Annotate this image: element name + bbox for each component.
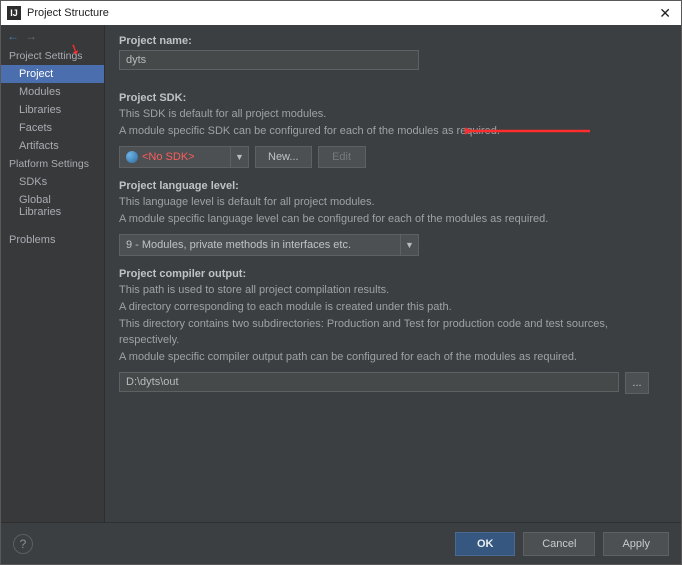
output-desc4: A module specific compiler output path c… [119, 350, 667, 365]
project-name-input[interactable] [119, 50, 419, 70]
sdk-edit-button[interactable]: Edit [318, 146, 366, 168]
apply-button[interactable]: Apply [603, 532, 669, 556]
sidebar-item-sdks[interactable]: SDKs [1, 173, 104, 191]
sidebar-item-project[interactable]: Project [1, 65, 104, 83]
sidebar-item-facets[interactable]: Facets [1, 119, 104, 137]
sidebar-item-global-libraries[interactable]: Global Libraries [1, 191, 104, 221]
titlebar: IJ Project Structure ✕ [1, 1, 681, 25]
lang-desc1: This language level is default for all p… [119, 195, 667, 210]
sdk-selected-value: <No SDK> [142, 151, 195, 163]
lang-level-combo[interactable]: 9 - Modules, private methods in interfac… [119, 234, 419, 256]
lang-level-value: 9 - Modules, private methods in interfac… [126, 239, 351, 251]
sidebar-item-libraries[interactable]: Libraries [1, 101, 104, 119]
sidebar-item-artifacts[interactable]: Artifacts [1, 137, 104, 155]
cancel-button[interactable]: Cancel [523, 532, 595, 556]
sidebar-toolbar: ← → [1, 25, 104, 47]
project-name-label: Project name: [119, 35, 667, 47]
chevron-down-icon[interactable]: ▼ [230, 147, 248, 167]
dialog-footer: ? OK Cancel Apply [1, 522, 681, 564]
chevron-down-icon[interactable]: ▼ [400, 235, 418, 255]
output-desc3: This directory contains two subdirectori… [119, 317, 667, 348]
back-icon[interactable]: ← [7, 30, 19, 42]
ok-button[interactable]: OK [455, 532, 515, 556]
sdk-new-button[interactable]: New... [255, 146, 312, 168]
output-desc2: A directory corresponding to each module… [119, 300, 667, 315]
project-sdk-label: Project SDK: [119, 92, 667, 104]
sdk-desc1: This SDK is default for all project modu… [119, 107, 667, 122]
output-label: Project compiler output: [119, 268, 667, 280]
sidebar-item-problems[interactable]: Problems [1, 231, 104, 249]
compiler-output-input[interactable] [119, 372, 619, 392]
project-sdk-combo[interactable]: <No SDK> ▼ [119, 146, 249, 168]
browse-output-button[interactable]: ... [625, 372, 649, 394]
lang-desc2: A module specific language level can be … [119, 212, 667, 227]
sidebar-item-modules[interactable]: Modules [1, 83, 104, 101]
close-icon[interactable]: ✕ [653, 5, 677, 22]
sidebar-group-project-settings: Project Settings ➘ [1, 47, 104, 65]
lang-level-label: Project language level: [119, 180, 667, 192]
forward-icon[interactable]: → [25, 30, 37, 42]
sdk-desc2: A module specific SDK can be configured … [119, 124, 667, 139]
project-structure-dialog: IJ Project Structure ✕ ← → Project Setti… [0, 0, 682, 565]
help-button[interactable]: ? [13, 534, 33, 554]
sidebar-group-platform-settings: Platform Settings [1, 155, 104, 173]
app-icon: IJ [7, 6, 21, 20]
globe-icon [126, 151, 138, 163]
content-panel: Project name: Project SDK: This SDK is d… [105, 25, 681, 522]
window-title: Project Structure [27, 7, 109, 19]
output-desc1: This path is used to store all project c… [119, 283, 667, 298]
sidebar: ← → Project Settings ➘ Project Modules L… [1, 25, 105, 522]
